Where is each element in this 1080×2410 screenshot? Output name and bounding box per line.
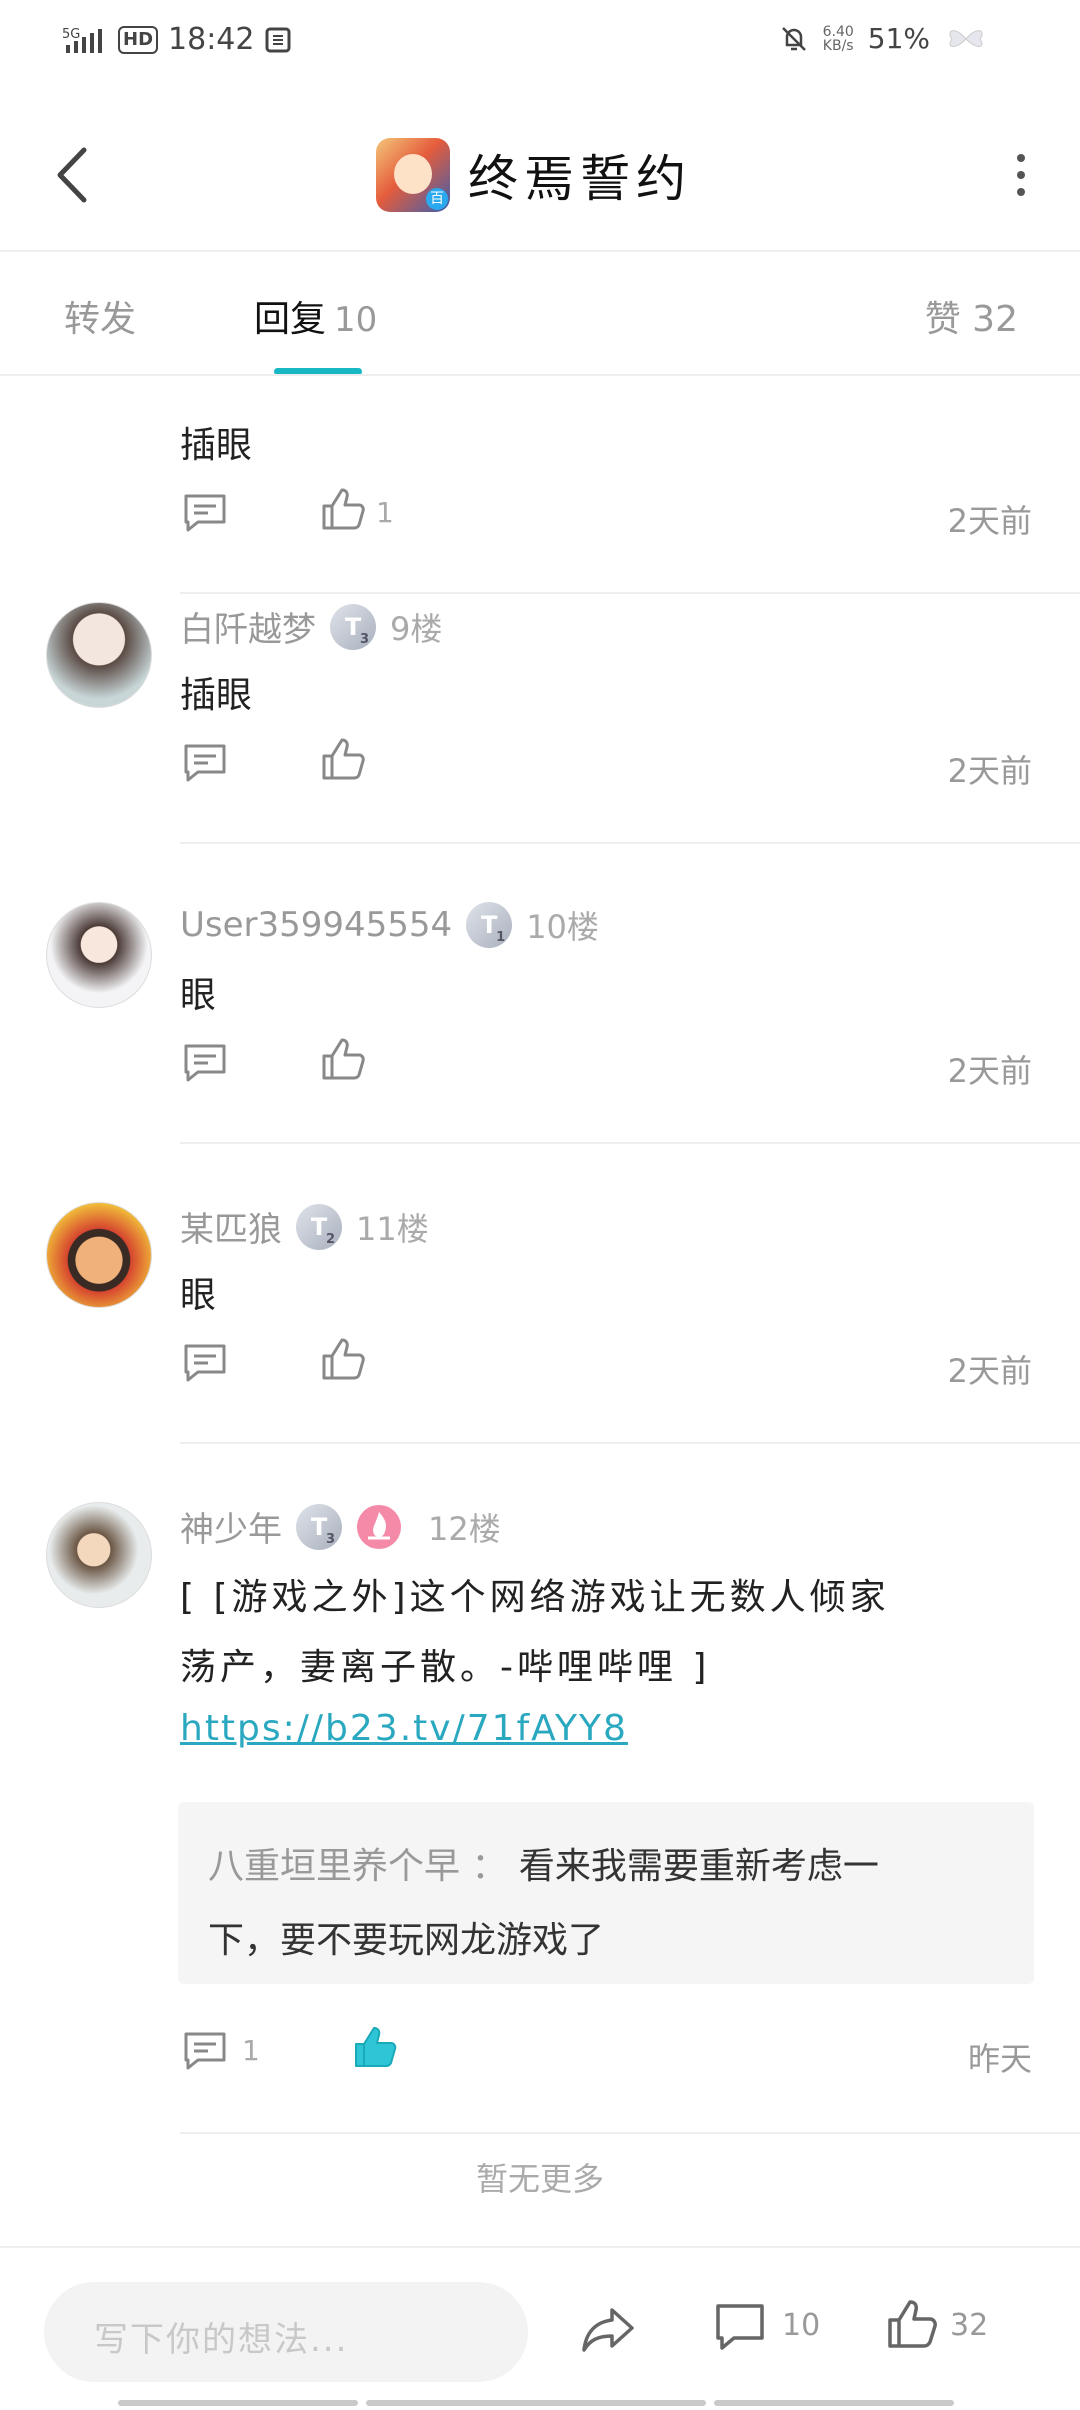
comment-time: 2天前: [947, 1052, 1032, 1090]
item-divider: [180, 1142, 1080, 1144]
reply-icon[interactable]: [180, 1038, 230, 1088]
comment-text: 眼: [180, 975, 217, 1016]
hd-badge: HD: [118, 25, 159, 54]
no-more-text: 暂无更多: [475, 2160, 604, 2198]
liked-icon[interactable]: [350, 2022, 400, 2072]
list-item: User359945554 T1 10楼 眼 2天前: [0, 902, 1080, 1202]
reply-input[interactable]: 写下你的想法...: [44, 2282, 528, 2382]
item-divider: [180, 1442, 1080, 1444]
topic-title: 终焉誓约: [468, 150, 692, 208]
battery-percent: 51%: [867, 22, 930, 55]
mute-bell-icon: [781, 26, 806, 51]
comment-text: 眼: [180, 1275, 217, 1316]
screenshot-icon: [265, 27, 291, 52]
item-divider: [180, 2132, 1080, 2134]
avatar[interactable]: [46, 602, 152, 708]
like-count: 32: [950, 2308, 989, 2343]
tab-reply-count: 10: [334, 300, 378, 340]
network-speed: 6.40 KB/s: [822, 23, 854, 54]
like-icon[interactable]: [318, 734, 368, 784]
item-divider: [180, 842, 1080, 844]
level-badge-icon: T3: [296, 1503, 342, 1550]
floor-number: 10楼: [526, 908, 599, 946]
comment-text-line-2: 荡产，妻离子散。-哔哩哔哩 ]: [180, 1647, 711, 1688]
flame-badge-icon: [357, 1504, 401, 1549]
avatar[interactable]: [46, 902, 152, 1008]
topic-header: 百 终焉誓约: [0, 100, 1080, 250]
comment-time: 2天前: [947, 752, 1032, 790]
author-name[interactable]: 某匹狼: [180, 1202, 282, 1251]
reply-icon[interactable]: [180, 1338, 230, 1388]
status-left: 5G HD 18:42: [62, 22, 292, 57]
more-options-icon[interactable]: [1006, 150, 1036, 200]
status-bar: 5G HD 18:42 6.40 KB/s 51%: [0, 0, 1080, 80]
avatar[interactable]: [46, 1502, 152, 1608]
status-time: 18:42: [168, 22, 255, 57]
topic-title-group[interactable]: 百 终焉誓约: [376, 130, 692, 220]
level-badge-icon: T2: [296, 1203, 342, 1250]
floor-number: 12楼: [428, 1509, 501, 1548]
quoted-reply[interactable]: 八重垣里养个早 ： 看来我需要重新考虑一 下，要不要玩网龙游戏了: [178, 1802, 1034, 1984]
comment-actions: 2天前: [180, 1038, 1032, 1098]
level-badge-icon: T3: [330, 603, 376, 650]
signal-icon: 5G: [62, 27, 102, 53]
comment-actions: 1 2天前: [180, 488, 1032, 548]
tab-repost[interactable]: 转发: [64, 290, 136, 342]
comment-link[interactable]: https://b23.tv/71fAYY8: [180, 1708, 628, 1749]
comment-author-row: User359945554 T1 10楼: [180, 902, 599, 948]
comment-author-row: 神少年 T3 12楼: [180, 1502, 501, 1551]
comment-text: 插眼: [180, 425, 253, 466]
author-name[interactable]: 白阡越梦: [180, 602, 316, 651]
like-icon[interactable]: [318, 1334, 368, 1384]
butterfly-icon: [949, 29, 983, 47]
comment-text: 插眼: [180, 675, 253, 716]
game-app-icon: 百: [376, 138, 450, 212]
avatar[interactable]: [46, 1202, 152, 1308]
bottom-action-bar: 写下你的想法... 10 32: [0, 2246, 1080, 2410]
comment-actions: 1 昨天: [180, 2026, 1032, 2086]
comment-count: 10: [782, 2308, 821, 2343]
author-name[interactable]: User359945554: [180, 905, 452, 945]
status-right: 6.40 KB/s 51%: [779, 22, 988, 55]
list-item: 神少年 T3 12楼 [ [游戏之外]这个网络游戏让无数人倾家 荡产，妻离子散。…: [0, 1502, 1080, 2134]
gesture-nav-bar[interactable]: [118, 2400, 958, 2406]
comment-time: 2天前: [947, 502, 1032, 540]
tab-reply[interactable]: 回复 10: [254, 290, 377, 342]
like-icon[interactable]: [318, 1034, 368, 1084]
tab-like[interactable]: 赞 32: [925, 290, 1018, 342]
comment-actions: 2天前: [180, 738, 1032, 798]
share-icon[interactable]: [578, 2302, 638, 2358]
tab-reply-label: 回复: [254, 299, 327, 340]
tab-bar: 转发 回复 10 赞 32: [0, 252, 1080, 375]
back-arrow-icon[interactable]: [44, 140, 104, 210]
like-count: 1: [376, 496, 394, 529]
list-item: 白阡越梦 T3 9楼 插眼 2天前: [0, 602, 1080, 902]
level-badge-icon: T1: [466, 902, 513, 948]
reply-icon[interactable]: [180, 738, 230, 788]
comment-author-row: 某匹狼 T2 11楼: [180, 1202, 429, 1251]
comment-text-line-1: [ [游戏之外]这个网络游戏让无数人倾家: [180, 1577, 890, 1618]
reply-list[interactable]: 插眼 1 2天前 白阡越梦 T3 9楼 插眼 2天前 User359945554…: [0, 376, 1080, 2246]
floor-number: 9楼: [390, 609, 443, 648]
item-divider: [180, 592, 1080, 594]
comment-author-row: 白阡越梦 T3 9楼: [180, 602, 442, 651]
comment-actions: 2天前: [180, 1338, 1032, 1398]
quoted-reply-author: 八重垣里养个早 ：: [208, 1846, 508, 1887]
comment-time: 昨天: [967, 2040, 1032, 2078]
comment-time: 2天前: [947, 1352, 1032, 1390]
reply-icon[interactable]: [180, 488, 230, 538]
reply-input-placeholder: 写下你的想法...: [94, 2320, 349, 2360]
reply-count: 1: [242, 2034, 260, 2067]
list-item: 某匹狼 T2 11楼 眼 2天前: [0, 1202, 1080, 1502]
floor-number: 11楼: [356, 1209, 429, 1248]
svg-text:5G: 5G: [62, 27, 80, 42]
quoted-reply-text: 八重垣里养个早 ： 看来我需要重新考虑一 下，要不要玩网龙游戏了: [208, 1846, 879, 1961]
like-icon[interactable]: [318, 484, 368, 534]
reply-icon[interactable]: [180, 2026, 230, 2076]
author-name[interactable]: 神少年: [180, 1502, 282, 1551]
comment-icon[interactable]: [712, 2298, 768, 2354]
like-icon[interactable]: [884, 2296, 940, 2352]
